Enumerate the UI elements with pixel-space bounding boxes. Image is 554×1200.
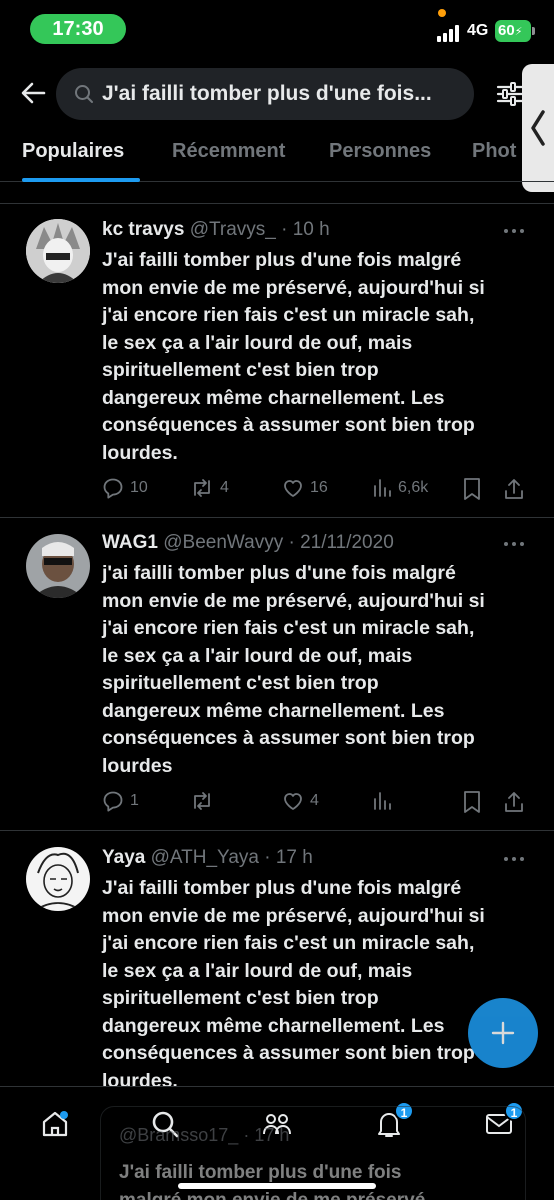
tweet-line: j'ai encore rien fais c'est un miracle s… [102,304,475,326]
tweet-line: J'ai failli tomber plus d'une fois malgr… [102,877,462,899]
tweet-line: J'ai failli tomber plus d'une fois malgr… [102,249,462,271]
filter-sliders-icon[interactable] [496,80,524,108]
tweet-header: Yaya @ATH_Yaya · 17 h [102,847,313,869]
views-count: 6,6k [398,479,429,496]
author-handle-time[interactable]: @ATH_Yaya · 17 h [151,847,313,868]
reply-icon [103,791,123,812]
quoted-tweet-text: J'ai failli tomber plus d'une fois malgr… [119,1159,519,1200]
repost-button[interactable] [190,790,220,812]
previous-tweet-remnant [0,182,554,204]
tweet-line: dangereux même charnellement. Les [102,386,445,409]
tweet-line: le sex ça a l'air lourd de ouf, mais [102,331,413,354]
tab-recemment[interactable]: Récemment [172,140,285,163]
tweet-line: mon envie de me préservé, aujourd'hui si [102,904,485,927]
search-icon [75,85,93,103]
tweet-line: mon envie de me préservé, aujourd'hui si [102,276,485,299]
plus-icon [491,1021,515,1045]
reply-icon [103,478,123,499]
more-options-icon[interactable] [504,542,526,548]
tweet-actions: 10 4 16 6,6k [0,477,554,503]
author-handle-time[interactable]: @BeenWavyy · 21/11/2020 [163,532,394,553]
tweet-line: conséquences à assumer sont bien trop [102,1042,475,1064]
tweet-line: j'ai encore rien fais c'est un miracle s… [102,932,475,954]
quoted-author-handle-time: @Bramsso17_ · 17 h [119,1125,290,1145]
share-icon[interactable] [503,790,525,814]
repost-icon [194,479,210,497]
tweet-actions: 1 4 [0,790,554,816]
status-time: 17:30 [30,14,126,44]
views-button[interactable]: 6,6k [372,477,428,499]
views-chart-icon [374,479,391,497]
tweet-header: WAG1 @BeenWavyy · 21/11/2020 [102,532,394,554]
reply-button[interactable]: 1 [102,790,139,812]
author-name[interactable]: WAG1 [102,532,158,553]
avatar[interactable] [26,847,90,911]
tab-photos[interactable]: Phot [472,140,516,163]
tweet-item[interactable]: WAG1 @BeenWavyy · 21/11/2020 j'ai failli… [0,518,554,831]
like-count: 4 [310,792,319,809]
search-query-text: J'ai failli tomber plus d'une fois... [102,82,432,105]
tweet-line: le sex ça a l'air lourd de ouf, mais [102,644,413,667]
tweet-item[interactable]: kc travys @Travys_ · 10 h J'ai failli to… [0,205,554,518]
more-options-icon[interactable] [504,857,526,863]
tweet-line: spirituellement c'est bien trop [102,672,379,694]
tweet-line: mon envie de me préservé, aujourd'hui si [102,589,485,612]
reply-button[interactable]: 10 [102,477,148,499]
more-options-icon[interactable] [504,229,526,235]
repost-icon [194,792,210,810]
search-input[interactable]: J'ai failli tomber plus d'une fois... [56,68,474,120]
tweet-line: lourdes [102,754,173,777]
bookmark-icon[interactable] [462,790,482,814]
author-name[interactable]: kc travys [102,219,184,240]
back-arrow-icon[interactable] [18,78,48,108]
like-count: 16 [310,479,328,496]
tweet-line: j'ai failli tomber plus d'une fois malgr… [102,562,456,584]
signal-icon [437,24,463,42]
heart-icon [284,793,302,810]
tweet-line: conséquences à assumer sont bien trop [102,727,475,749]
heart-icon [284,480,302,497]
author-name[interactable]: Yaya [102,847,145,868]
views-chart-icon [374,792,391,810]
views-button[interactable] [372,790,398,812]
search-tabs: Populaires Récemment Personnes Phot [0,130,554,182]
compose-post-button[interactable] [468,998,538,1068]
repost-button[interactable]: 4 [190,477,229,499]
tweet-line: j'ai encore rien fais c'est un miracle s… [102,617,475,639]
tab-personnes[interactable]: Personnes [329,140,431,163]
tweet-line: le sex ça a l'air lourd de ouf, mais [102,959,413,982]
repost-count: 4 [220,479,229,496]
avatar[interactable] [26,534,90,598]
share-icon[interactable] [503,477,525,501]
network-type: 4G [467,22,489,39]
author-handle-time[interactable]: @Travys_ · 10 h [190,219,330,240]
tweet-line: spirituellement c'est bien trop [102,359,379,381]
tweet-line: lourdes. [102,441,178,464]
tab-populaires[interactable]: Populaires [22,140,124,163]
tweet-header: kc travys @Travys_ · 10 h [102,219,330,241]
tweet-item[interactable]: Yaya @ATH_Yaya · 17 h J'ai failli tomber… [0,831,554,1092]
home-icon[interactable] [40,1109,70,1139]
reply-count: 10 [130,479,148,496]
battery-icon: 60⚡ [495,20,535,42]
tweet-line: dangereux même charnellement. Les [102,699,445,722]
home-indicator[interactable] [178,1183,376,1189]
privacy-indicator-dot [438,9,446,17]
tweet-text: J'ai failli tomber plus d'une fois malgr… [102,247,532,467]
bookmark-icon[interactable] [462,477,482,501]
like-button[interactable]: 16 [282,477,328,499]
tweet-text: J'ai failli tomber plus d'une fois malgr… [102,875,532,1095]
tweet-text: j'ai failli tomber plus d'une fois malgr… [102,560,532,780]
status-bar: 17:30 4G 60⚡ [0,0,554,54]
like-button[interactable]: 4 [282,790,319,812]
battery-level: 60 [498,22,515,39]
tweet-line: conséquences à assumer sont bien trop [102,414,475,436]
reply-count: 1 [130,792,139,809]
avatar[interactable] [26,219,90,283]
tweet-line: spirituellement c'est bien trop [102,987,379,1009]
